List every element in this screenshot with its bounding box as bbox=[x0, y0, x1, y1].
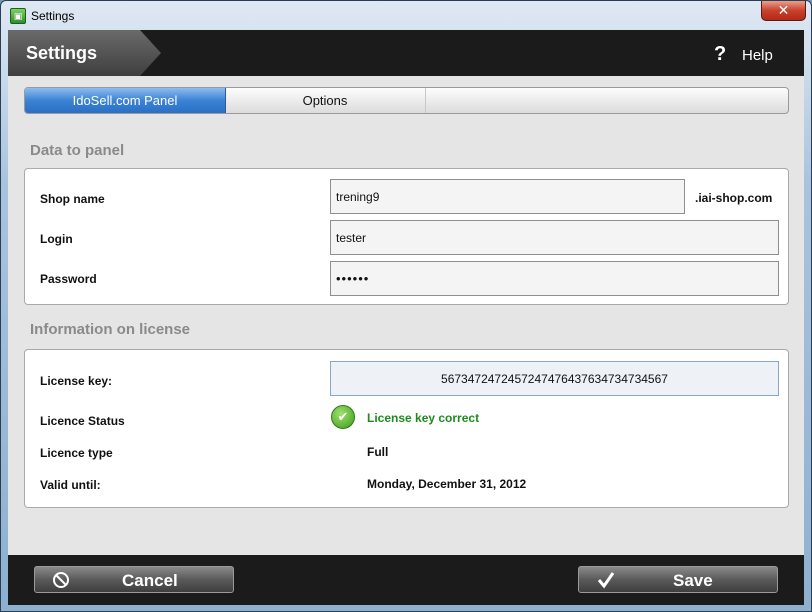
tab-options[interactable]: Options bbox=[225, 88, 426, 113]
section-title-license-info: Information on license bbox=[30, 321, 191, 338]
close-button[interactable]: ✕ bbox=[761, 1, 806, 21]
section-title-data-to-panel: Data to panel bbox=[30, 142, 125, 159]
title-bar[interactable]: ▣ Settings ✕ bbox=[1, 1, 811, 31]
settings-window: ▣ Settings ✕ Settings ? Help IdoSell.com… bbox=[0, 0, 812, 612]
client-area: Settings ? Help IdoSell.com Panel Option… bbox=[8, 30, 804, 605]
license-key-label: License key: bbox=[40, 374, 113, 388]
checkmark-icon bbox=[597, 572, 615, 589]
panel-data-card: Shop name trening9 .iai-shop.com Login t… bbox=[24, 168, 789, 305]
app-icon: ▣ bbox=[10, 8, 26, 24]
shop-name-label: Shop name bbox=[40, 192, 105, 206]
licence-type-label: Licence type bbox=[40, 446, 113, 460]
license-key-input[interactable]: 5673472472457247476437634734734567 bbox=[330, 361, 779, 396]
login-input[interactable]: tester bbox=[330, 220, 779, 255]
window-title: Settings bbox=[31, 9, 75, 23]
licence-status-text: License key correct bbox=[367, 411, 480, 425]
login-label: Login bbox=[40, 232, 73, 246]
valid-until-value: Monday, December 31, 2012 bbox=[367, 477, 527, 491]
shop-domain-suffix: .iai-shop.com bbox=[695, 191, 773, 205]
close-icon: ✕ bbox=[777, 2, 790, 18]
password-input[interactable]: •••••• bbox=[330, 261, 779, 296]
licence-type-value: Full bbox=[367, 445, 389, 459]
password-label: Password bbox=[40, 272, 97, 286]
footer-bar: Cancel Save bbox=[8, 555, 804, 605]
check-circle-icon: ✔ bbox=[331, 405, 355, 429]
cancel-button[interactable]: Cancel bbox=[34, 566, 234, 593]
licence-status-label: Licence Status bbox=[40, 414, 125, 428]
shop-name-input[interactable]: trening9 bbox=[330, 179, 685, 214]
save-button[interactable]: Save bbox=[578, 566, 778, 593]
page-title: Settings bbox=[26, 43, 98, 63]
header: Settings ? Help bbox=[8, 30, 804, 76]
license-info-card: License key: 567347247245724747643763473… bbox=[24, 349, 789, 508]
tab-idosell-panel[interactable]: IdoSell.com Panel bbox=[25, 88, 226, 113]
tab-bar: IdoSell.com Panel Options bbox=[24, 87, 789, 114]
help-link[interactable]: Help bbox=[742, 47, 773, 64]
save-label: Save bbox=[673, 571, 713, 590]
valid-until-label: Valid until: bbox=[40, 478, 101, 492]
cancel-label: Cancel bbox=[122, 571, 178, 590]
cancel-icon bbox=[53, 572, 69, 588]
content-area: IdoSell.com Panel Options Data to panel … bbox=[8, 76, 804, 555]
help-icon[interactable]: ? bbox=[714, 43, 726, 66]
